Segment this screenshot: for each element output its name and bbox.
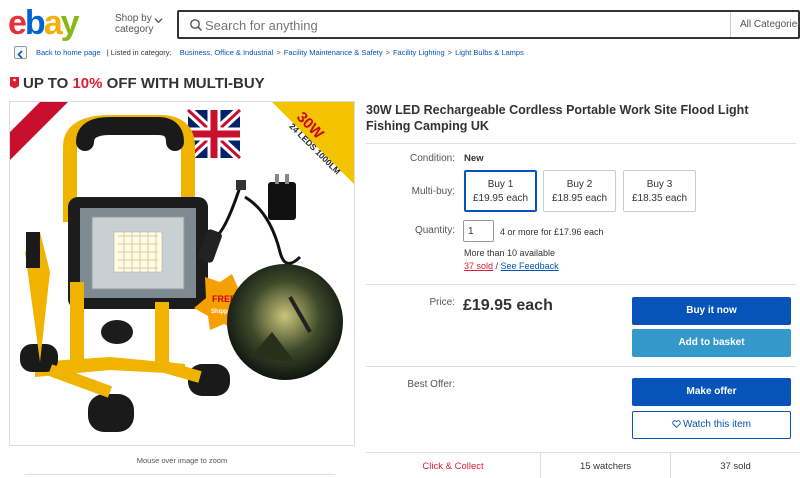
see-feedback-link[interactable]: See Feedback bbox=[501, 261, 559, 271]
multibuy-option-3[interactable]: Buy 3 £18.35 each bbox=[623, 170, 696, 212]
divider bbox=[366, 284, 796, 285]
watchers-stat: 15 watchers bbox=[541, 453, 672, 478]
back-arrow-icon[interactable] bbox=[14, 46, 27, 59]
free-postage-ribbon: Free postage bbox=[10, 102, 68, 160]
shop-by-category-button[interactable]: Shop by category bbox=[115, 13, 153, 35]
heart-icon bbox=[672, 420, 681, 428]
quantity-label: Quantity: bbox=[414, 225, 455, 236]
multibuy-label: Multi-buy: bbox=[411, 186, 455, 197]
sold-count-link[interactable]: 37 sold bbox=[464, 261, 493, 271]
uk-flag-icon bbox=[184, 106, 244, 162]
price-tag-icon bbox=[10, 77, 19, 89]
breadcrumb-item[interactable]: Facility Lighting bbox=[393, 48, 445, 57]
stats-bar: Click & Collect 15 watchers 37 sold bbox=[366, 452, 800, 478]
divider bbox=[366, 366, 796, 367]
sold-stat: 37 sold bbox=[720, 461, 751, 472]
breadcrumb-item[interactable]: Facility Maintenance & Safety bbox=[284, 48, 383, 57]
camping-photo bbox=[227, 264, 343, 380]
thumbnail-strip[interactable] bbox=[25, 474, 335, 478]
multibuy-promo-banner: UP TO 10% OFF WITH MULTI-BUY bbox=[9, 75, 265, 93]
breadcrumb: Back to home page | Listed in category: … bbox=[36, 48, 524, 57]
back-to-home-link[interactable]: Back to home page bbox=[36, 48, 101, 57]
zoom-hint: Mouse over image to zoom bbox=[136, 456, 228, 465]
make-offer-button[interactable]: Make offer bbox=[632, 378, 791, 406]
watch-item-button[interactable]: Watch this item bbox=[632, 411, 791, 439]
30w-badge: 30W 24 LEDS 1000LM bbox=[272, 102, 354, 184]
price-value: £19.95 each bbox=[463, 297, 553, 314]
product-title: 30W LED Rechargeable Cordless Portable W… bbox=[366, 103, 749, 133]
breadcrumb-item[interactable]: Light Bulbs & Lamps bbox=[455, 48, 524, 57]
search-bar: All Categories bbox=[177, 10, 800, 39]
quantity-offer: 4 or more for £17.96 each bbox=[500, 227, 604, 237]
buy-now-button[interactable]: Buy it now bbox=[632, 297, 791, 325]
listed-in-label: | Listed in category: bbox=[106, 48, 172, 57]
search-icon bbox=[190, 19, 203, 32]
add-to-basket-button[interactable]: Add to basket bbox=[632, 329, 791, 357]
sold-feedback-links: 37 sold / See Feedback bbox=[464, 261, 559, 271]
availability-text: More than 10 available bbox=[464, 248, 556, 258]
best-offer-label: Best Offer: bbox=[407, 379, 455, 390]
divider bbox=[366, 143, 796, 144]
breadcrumb-item[interactable]: Business, Office & Industrial bbox=[180, 48, 274, 57]
ebay-logo[interactable]: ebay bbox=[8, 6, 80, 40]
condition-label: Condition: bbox=[409, 153, 455, 164]
quantity-input[interactable] bbox=[463, 220, 494, 242]
condition-value: New bbox=[464, 153, 484, 164]
search-input[interactable] bbox=[205, 15, 725, 35]
click-collect-stat: Click & Collect bbox=[366, 453, 542, 478]
charger-accessories bbox=[198, 174, 302, 265]
multibuy-option-1[interactable]: Buy 1 £19.95 each bbox=[464, 170, 537, 212]
flood-light-illustration bbox=[20, 115, 230, 432]
category-select[interactable]: All Categories bbox=[730, 12, 800, 37]
chevron-down-icon[interactable] bbox=[154, 16, 163, 25]
product-image[interactable]: Free postage 30W 24 LEDS 1000LM FREE Shi… bbox=[9, 101, 355, 446]
price-label: Price: bbox=[429, 297, 455, 308]
multibuy-option-2[interactable]: Buy 2 £18.95 each bbox=[543, 170, 616, 212]
